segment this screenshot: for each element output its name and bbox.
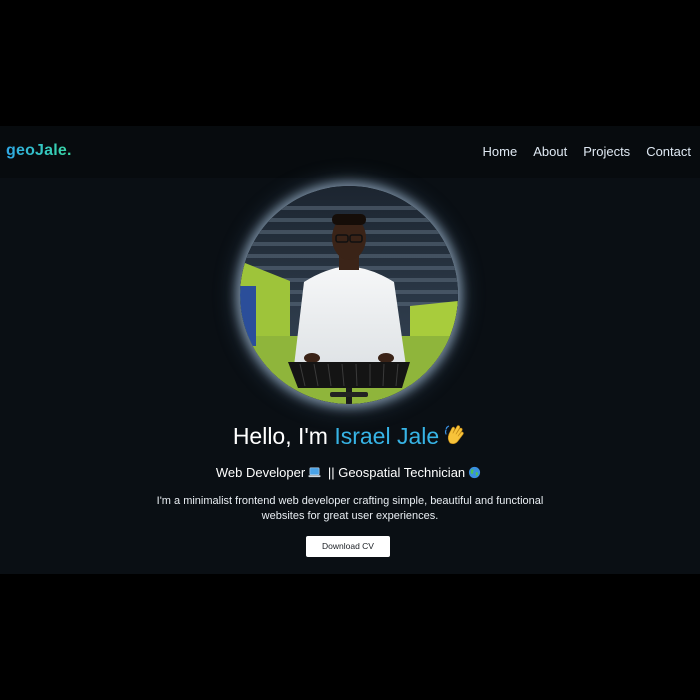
waving-hand-icon: [445, 425, 464, 445]
globe-icon: [469, 466, 481, 479]
role-geospatial-technician: Geospatial Technician: [338, 465, 466, 480]
role-web-developer: Web Developer: [215, 465, 306, 480]
logo[interactable]: geoJale.: [6, 142, 72, 160]
nav-links: Home About Projects Contact: [483, 144, 691, 159]
hero-section: Hello, I'm Israel Jale Web Developer || …: [0, 178, 700, 574]
developer-name: Israel Jale: [334, 423, 440, 449]
greeting-heading: Hello, I'm Israel Jale: [0, 422, 700, 450]
download-cv-button[interactable]: Download CV: [306, 536, 390, 557]
profile-photo: [240, 186, 458, 404]
bio-text: I'm a minimalist frontend web developer …: [156, 495, 544, 522]
nav-link-contact[interactable]: Contact: [646, 144, 691, 159]
greeting-prefix: Hello, I'm: [232, 423, 335, 449]
nav-link-home[interactable]: Home: [483, 144, 518, 159]
role-line: Web Developer || Geospatial Technician: [0, 464, 700, 482]
portfolio-page: geoJale. Home About Projects Contact Hel…: [0, 126, 700, 574]
laptop-icon: [308, 467, 321, 478]
profile-photo-illustration: [240, 186, 458, 404]
role-separator: ||: [324, 465, 339, 480]
nav-link-projects[interactable]: Projects: [583, 144, 630, 159]
navbar: geoJale. Home About Projects Contact: [0, 126, 700, 178]
nav-link-about[interactable]: About: [533, 144, 567, 159]
